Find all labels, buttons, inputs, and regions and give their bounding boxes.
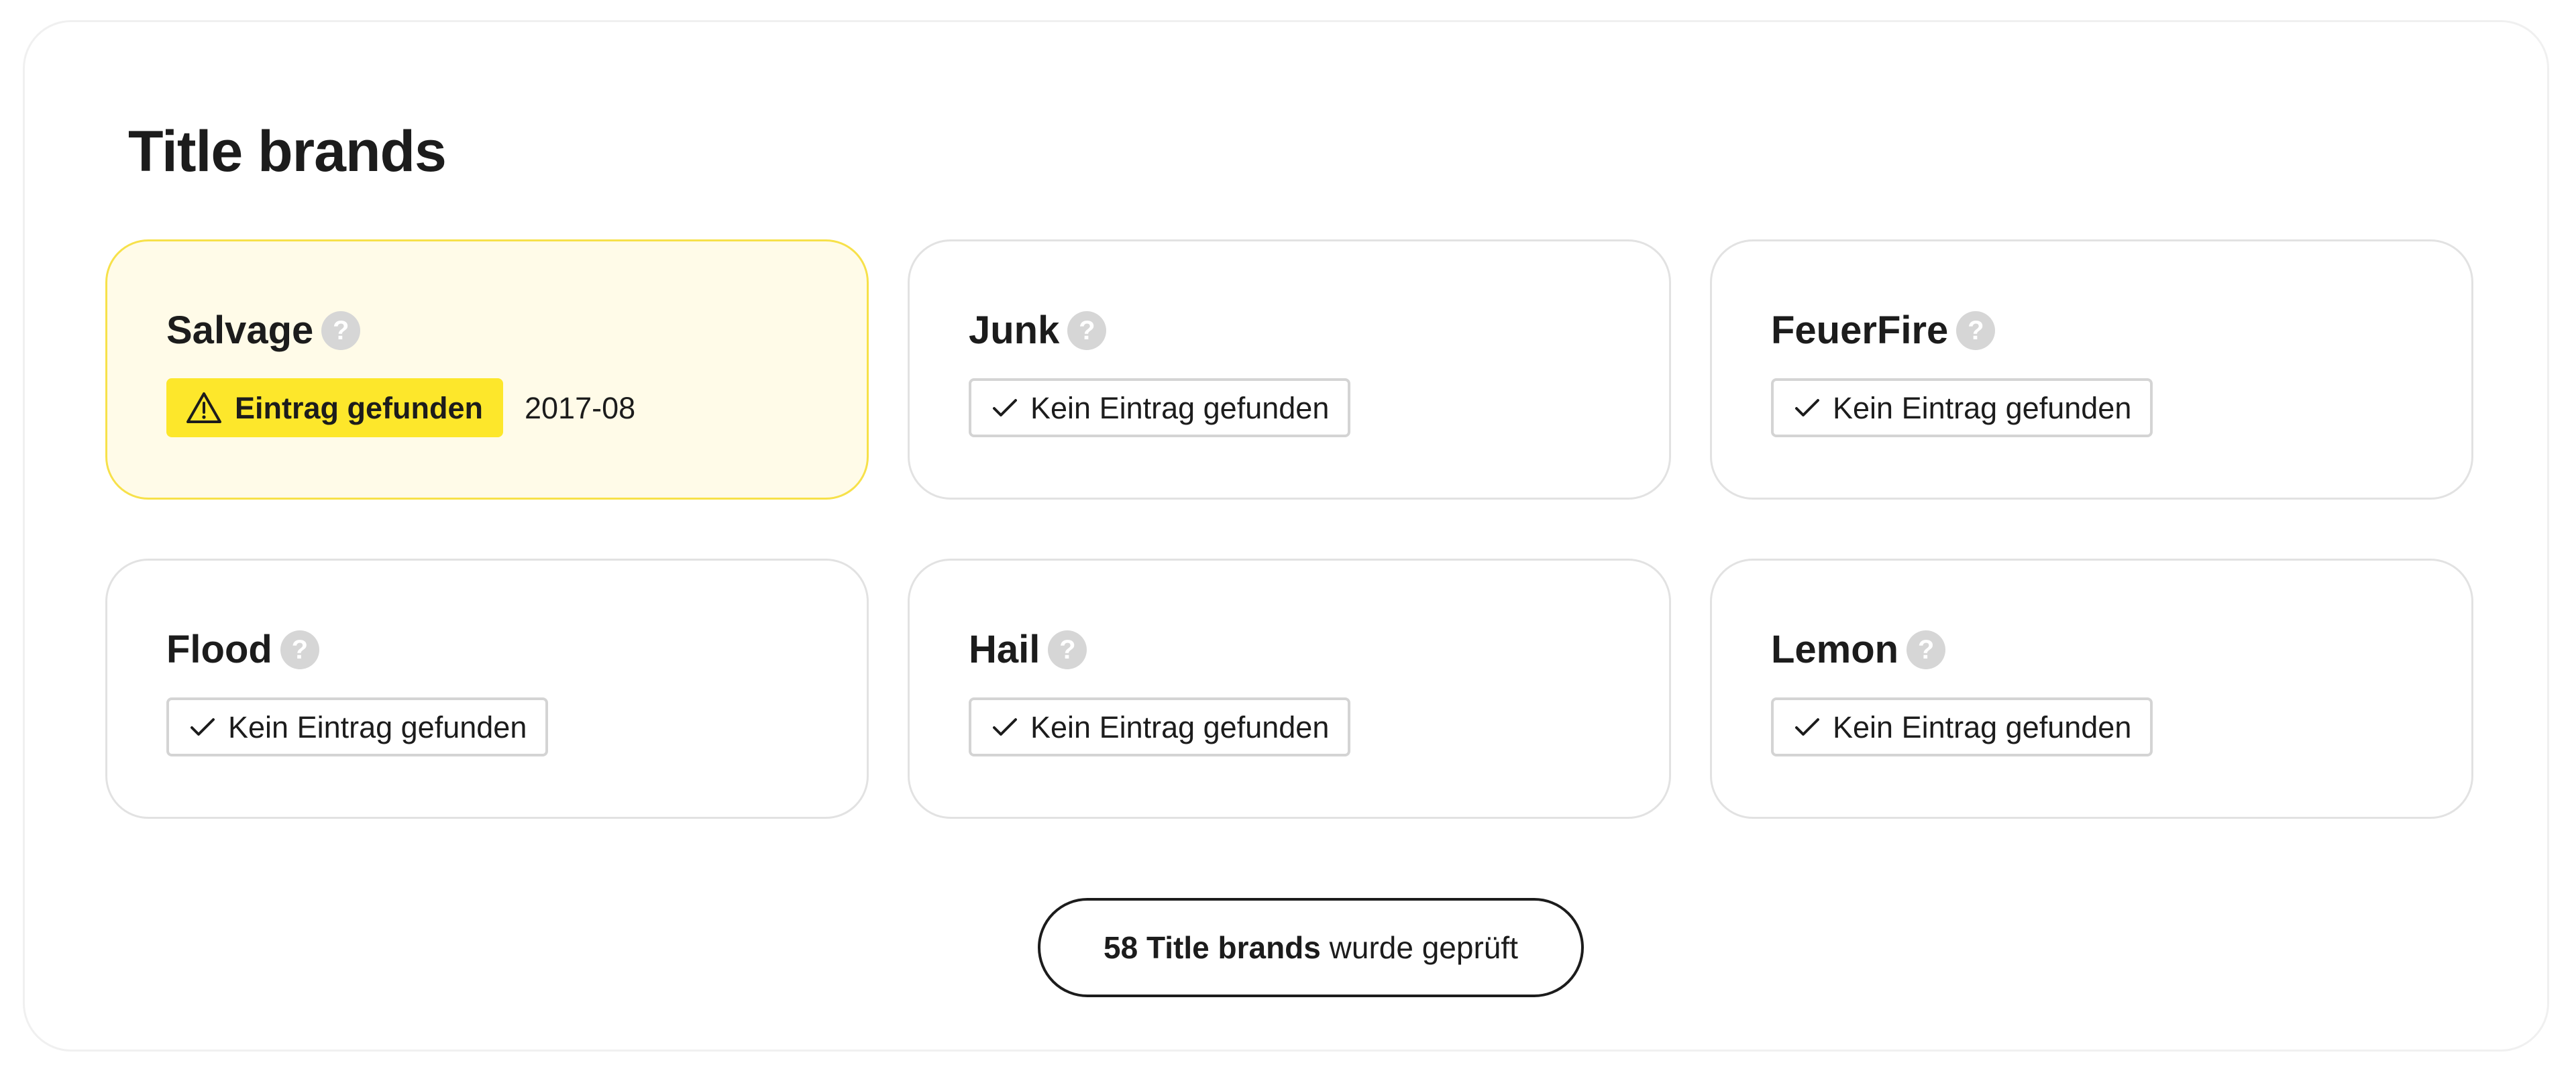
status-label: Kein Eintrag gefunden xyxy=(1030,390,1330,425)
summary-count: 58 Title brands xyxy=(1104,930,1321,965)
help-icon[interactable]: ? xyxy=(321,311,361,350)
status-label: Eintrag gefunden xyxy=(235,390,483,425)
brand-card-flood: Flood ? Kein Eintrag gefunden xyxy=(105,559,869,819)
brand-card-feuerfire: FeuerFire ? Kein Eintrag gefunden xyxy=(1710,239,2473,500)
status-badge-ok: Kein Eintrag gefunden xyxy=(166,697,549,756)
status-badge-ok: Kein Eintrag gefunden xyxy=(969,697,1351,756)
section-title: Title brands xyxy=(128,119,447,184)
checked-summary-button[interactable]: 58 Title brands wurde geprüft xyxy=(1038,898,1584,997)
help-icon[interactable]: ? xyxy=(1048,630,1087,669)
status-label: Kein Eintrag gefunden xyxy=(1833,710,2132,744)
status-badge-ok: Kein Eintrag gefunden xyxy=(969,378,1351,437)
brand-name: Salvage xyxy=(166,308,314,352)
checkmark-icon xyxy=(1794,397,1821,418)
brand-card-lemon: Lemon ? Kein Eintrag gefunden xyxy=(1710,559,2473,819)
help-icon[interactable]: ? xyxy=(1067,311,1107,350)
brand-card-hail: Hail ? Kein Eintrag gefunden xyxy=(908,559,1671,819)
help-icon[interactable]: ? xyxy=(280,630,319,669)
warning-triangle-icon xyxy=(185,391,223,425)
brand-card-salvage: Salvage ? Eintrag gefunden 2017-08 xyxy=(105,239,869,500)
brand-name: Lemon xyxy=(1771,628,1899,671)
status-label: Kein Eintrag gefunden xyxy=(1833,390,2132,425)
brand-name: FeuerFire xyxy=(1771,308,1949,352)
brand-card-junk: Junk ? Kein Eintrag gefunden xyxy=(908,239,1671,500)
checkmark-icon xyxy=(1794,716,1821,738)
status-badge-found: Eintrag gefunden xyxy=(166,378,503,437)
status-badge-ok: Kein Eintrag gefunden xyxy=(1771,378,2153,437)
brand-name: Hail xyxy=(969,628,1040,671)
brand-name: Junk xyxy=(969,308,1060,352)
status-label: Kein Eintrag gefunden xyxy=(1030,710,1330,744)
status-label: Kein Eintrag gefunden xyxy=(228,710,527,744)
record-date: 2017-08 xyxy=(525,390,636,425)
summary-suffix: wurde geprüft xyxy=(1320,930,1518,965)
brand-name: Flood xyxy=(166,628,272,671)
status-badge-ok: Kein Eintrag gefunden xyxy=(1771,697,2153,756)
checkmark-icon xyxy=(189,716,216,738)
checkmark-icon xyxy=(991,397,1018,418)
title-brands-panel: Title brands Salvage ? Eintrag gefunden … xyxy=(23,20,2549,1052)
help-icon[interactable]: ? xyxy=(1956,311,1996,350)
help-icon[interactable]: ? xyxy=(1907,630,1946,669)
checkmark-icon xyxy=(991,716,1018,738)
